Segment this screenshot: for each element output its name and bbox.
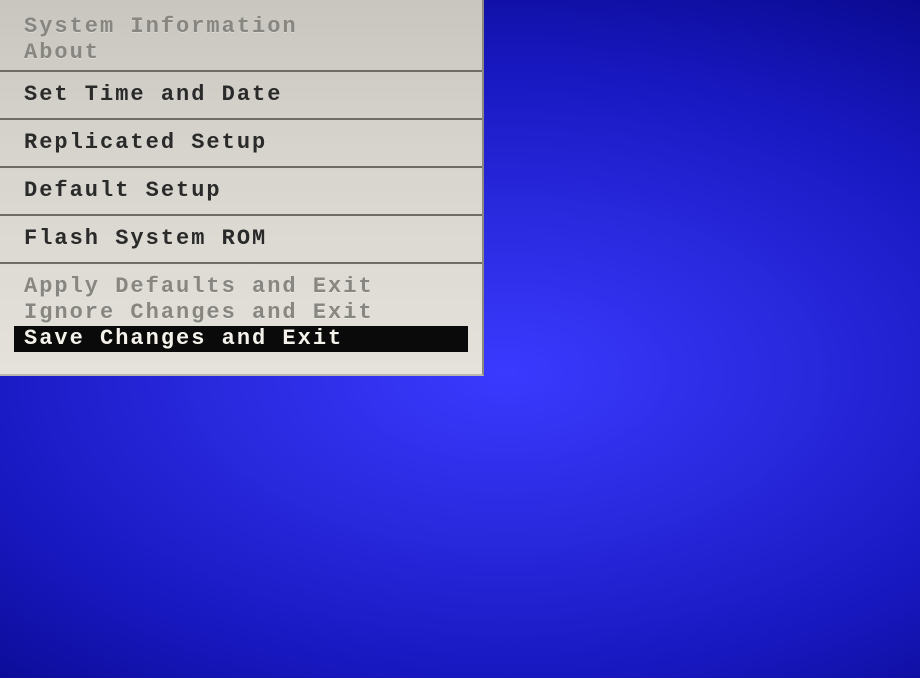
menu-group-time: Set Time and Date: [0, 72, 482, 120]
menu-group-info: System Information About: [0, 10, 482, 72]
menu-item-set-time-and-date[interactable]: Set Time and Date: [0, 82, 482, 108]
menu-group-exit: Apply Defaults and Exit Ignore Changes a…: [0, 264, 482, 356]
menu-group-default: Default Setup: [0, 168, 482, 216]
menu-item-save-changes-and-exit[interactable]: Save Changes and Exit: [14, 326, 468, 352]
menu-item-about[interactable]: About: [0, 40, 482, 66]
menu-item-system-information[interactable]: System Information: [0, 14, 482, 40]
menu-item-ignore-changes-and-exit[interactable]: Ignore Changes and Exit: [0, 300, 482, 326]
menu-group-flash: Flash System ROM: [0, 216, 482, 264]
menu-item-replicated-setup[interactable]: Replicated Setup: [0, 130, 482, 156]
menu-item-flash-system-rom[interactable]: Flash System ROM: [0, 226, 482, 252]
bios-file-menu: System Information About Set Time and Da…: [0, 0, 484, 376]
menu-item-default-setup[interactable]: Default Setup: [0, 178, 482, 204]
menu-item-apply-defaults-and-exit[interactable]: Apply Defaults and Exit: [0, 274, 482, 300]
menu-group-replicated: Replicated Setup: [0, 120, 482, 168]
